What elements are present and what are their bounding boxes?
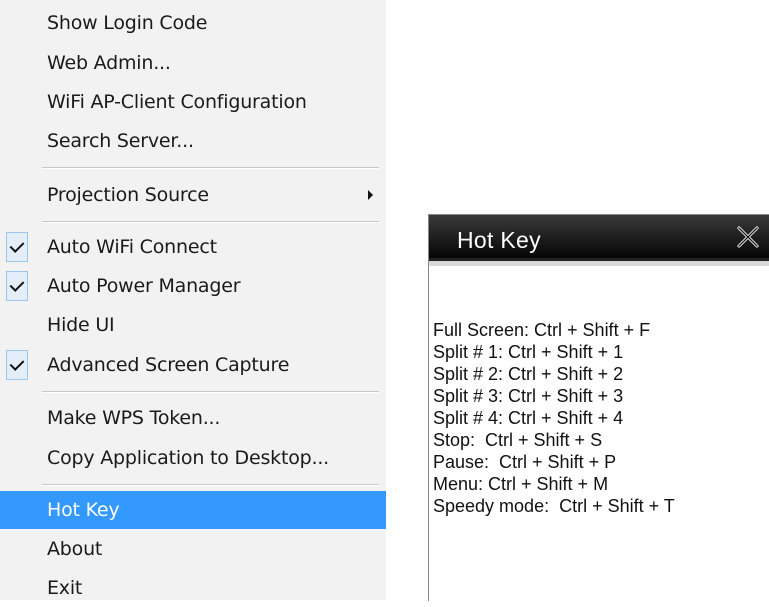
menu-item-label: Projection Source bbox=[47, 184, 209, 206]
menu-item-web-admin[interactable]: Web Admin... bbox=[0, 44, 386, 82]
hotkey-line-split-4: Split # 4: Ctrl + Shift + 4 bbox=[433, 408, 624, 428]
hotkey-line-split-3: Split # 3: Ctrl + Shift + 3 bbox=[433, 386, 624, 406]
menu-item-label: WiFi AP-Client Configuration bbox=[47, 91, 307, 113]
context-menu: Show Login Code Web Admin... WiFi AP-Cli… bbox=[0, 0, 386, 600]
submenu-arrow-icon bbox=[368, 190, 373, 200]
menu-item-label: Show Login Code bbox=[47, 12, 208, 34]
menu-item-wifi-ap-client-configuration[interactable]: WiFi AP-Client Configuration bbox=[0, 83, 386, 121]
menu-item-auto-wifi-connect[interactable]: Auto WiFi Connect bbox=[0, 228, 386, 266]
menu-item-label: Hide UI bbox=[47, 314, 115, 336]
hotkey-line-speedy-mode: Speedy mode: Ctrl + Shift + T bbox=[433, 496, 675, 516]
menu-separator bbox=[42, 391, 379, 393]
menu-item-hot-key[interactable]: Hot Key bbox=[0, 491, 386, 529]
hotkey-line-pause: Pause: Ctrl + Shift + P bbox=[433, 452, 617, 472]
titlebar-divider bbox=[429, 261, 769, 266]
close-x-icon[interactable] bbox=[735, 225, 761, 249]
menu-item-hide-ui[interactable]: Hide UI bbox=[0, 306, 386, 344]
checkmark-icon bbox=[6, 271, 28, 301]
checkmark-icon bbox=[6, 232, 28, 262]
hotkey-line-stop: Stop: Ctrl + Shift + S bbox=[433, 430, 603, 450]
menu-item-exit[interactable]: Exit bbox=[0, 569, 386, 607]
hotkey-window-titlebar[interactable]: Hot Key bbox=[429, 215, 769, 261]
menu-item-auto-power-manager[interactable]: Auto Power Manager bbox=[0, 267, 386, 305]
menu-separator bbox=[42, 484, 379, 486]
menu-separator bbox=[42, 221, 379, 223]
menu-item-label: Copy Application to Desktop... bbox=[47, 447, 330, 469]
menu-item-label: Advanced Screen Capture bbox=[47, 354, 290, 376]
hotkey-window-title: Hot Key bbox=[457, 227, 541, 253]
menu-item-search-server[interactable]: Search Server... bbox=[0, 122, 386, 160]
menu-item-label: Make WPS Token... bbox=[47, 407, 221, 429]
menu-item-advanced-screen-capture[interactable]: Advanced Screen Capture bbox=[0, 346, 386, 384]
hotkey-line-full-screen: Full Screen: Ctrl + Shift + F bbox=[433, 320, 651, 340]
menu-item-label: Hot Key bbox=[47, 499, 120, 521]
menu-item-label: Auto Power Manager bbox=[47, 275, 241, 297]
menu-item-label: Web Admin... bbox=[47, 52, 171, 74]
hotkey-line-menu: Menu: Ctrl + Shift + M bbox=[433, 474, 609, 494]
menu-item-about[interactable]: About bbox=[0, 530, 386, 568]
hotkey-window: Hot Key Full Screen: Ctrl + Shift + F Sp… bbox=[428, 214, 769, 601]
menu-item-projection-source[interactable]: Projection Source bbox=[0, 176, 386, 214]
hotkey-line-split-2: Split # 2: Ctrl + Shift + 2 bbox=[433, 364, 624, 384]
menu-item-copy-application-to-desktop[interactable]: Copy Application to Desktop... bbox=[0, 439, 386, 477]
menu-item-label: Search Server... bbox=[47, 130, 194, 152]
menu-item-show-login-code[interactable]: Show Login Code bbox=[0, 4, 386, 42]
menu-separator bbox=[42, 167, 379, 169]
menu-item-make-wps-token[interactable]: Make WPS Token... bbox=[0, 399, 386, 437]
menu-item-label: Auto WiFi Connect bbox=[47, 236, 217, 258]
checkmark-icon bbox=[6, 350, 28, 380]
hotkey-list: Full Screen: Ctrl + Shift + F Split # 1:… bbox=[433, 319, 675, 517]
hotkey-line-split-1: Split # 1: Ctrl + Shift + 1 bbox=[433, 342, 624, 362]
menu-item-label: Exit bbox=[47, 577, 83, 599]
menu-item-label: About bbox=[47, 538, 103, 560]
